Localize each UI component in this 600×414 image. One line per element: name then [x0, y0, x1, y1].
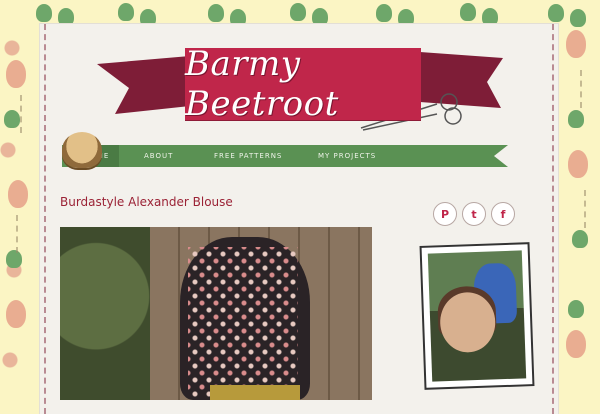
pinterest-icon[interactable]: P	[433, 202, 457, 226]
nav-item-my-projects[interactable]: MY PROJECTS	[318, 145, 376, 167]
profile-photo[interactable]	[419, 242, 535, 390]
beetroot-icon	[8, 180, 28, 208]
beetroot-icon	[566, 30, 586, 58]
beetroot-icon	[566, 330, 586, 358]
beet-leaf-icon	[572, 230, 588, 248]
beet-leaf-icon	[36, 4, 52, 22]
beet-leaf-icon	[570, 9, 586, 27]
beetroot-icon	[6, 300, 26, 328]
nav-item-about[interactable]: ABOUT	[144, 145, 173, 167]
site-title: Barmy Beetroot	[185, 44, 339, 124]
beet-leaf-icon	[568, 110, 584, 128]
beetroot-icon	[568, 150, 588, 178]
post-title[interactable]: Burdastyle Alexander Blouse	[60, 195, 233, 209]
beet-leaf-icon	[118, 3, 134, 21]
beet-leaf-icon	[460, 3, 476, 21]
main-navigation: HOME ABOUT FREE PATTERNS MY PROJECTS	[62, 145, 508, 167]
beet-leaf-icon	[376, 4, 392, 22]
beetroot-icon	[6, 60, 26, 88]
twitter-icon[interactable]: t	[462, 202, 486, 226]
facebook-icon[interactable]: f	[491, 202, 515, 226]
beet-leaf-icon	[6, 250, 22, 268]
stitch-line	[584, 190, 586, 228]
thread-spool-icon	[62, 132, 102, 168]
stitch-line	[580, 70, 582, 108]
stitch-line	[16, 215, 18, 253]
stitch-line	[20, 95, 22, 133]
beet-leaf-icon	[548, 4, 564, 22]
site-title-banner[interactable]: Barmy Beetroot	[185, 44, 421, 124]
nav-item-free-patterns[interactable]: FREE PATTERNS	[214, 145, 282, 167]
beet-leaf-icon	[568, 300, 584, 318]
post-image[interactable]	[60, 227, 372, 400]
beet-leaf-icon	[290, 3, 306, 21]
beet-leaf-icon	[4, 110, 20, 128]
beet-leaf-icon	[208, 4, 224, 22]
